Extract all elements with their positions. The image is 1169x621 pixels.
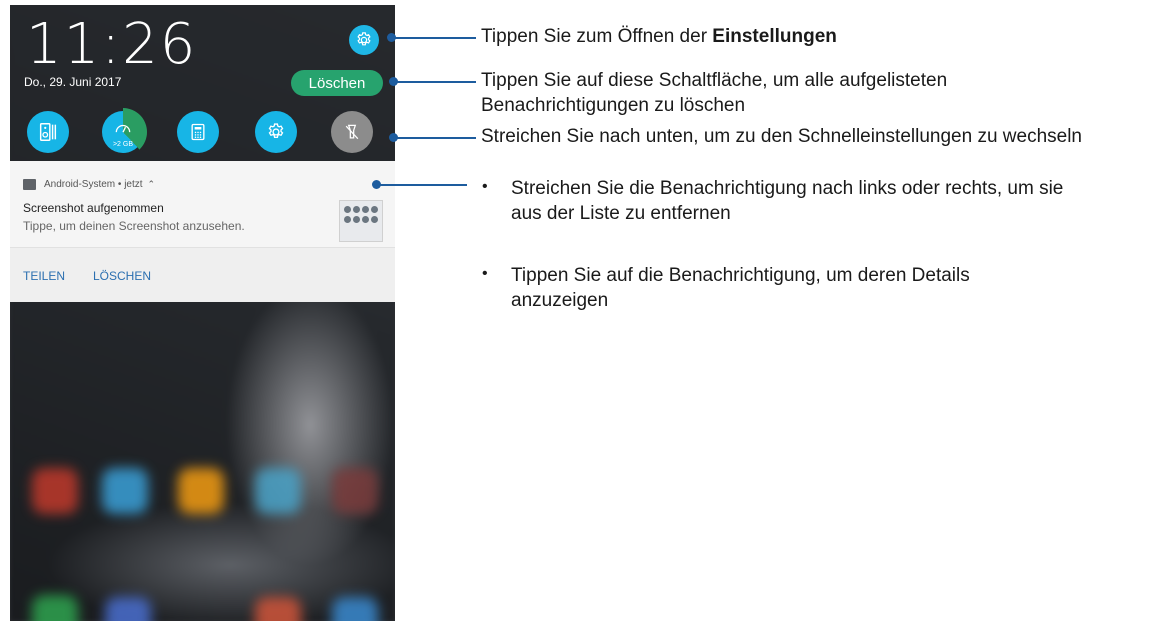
callout-settings: Tippen Sie zum Öffnen der Einstellungen	[481, 24, 837, 49]
callout-settings-text: Tippen Sie zum Öffnen der	[481, 26, 713, 47]
notification-shade-header: 11:26 Do., 29. Juni 2017 Löschen >2 GB	[10, 5, 395, 161]
quick-setting-boost[interactable]: >2 GB	[99, 108, 147, 156]
screenshot-thumbnail	[339, 200, 383, 242]
notification-card[interactable]: Android-System • jetzt ⌃ Screenshot aufg…	[10, 161, 395, 302]
date: Do., 29. Juni 2017	[24, 75, 122, 89]
bullet: •	[482, 265, 488, 282]
callout-clear: Tippen Sie auf diese Schaltfläche, um al…	[481, 68, 947, 118]
callout-clear-line1: Tippen Sie auf diese Schaltfläche, um al…	[481, 70, 948, 91]
blurred-dock-icon	[32, 595, 78, 621]
notification-text: Tippe, um deinen Screenshot anzusehen.	[23, 219, 245, 233]
audio-wizard-icon	[39, 123, 57, 141]
quick-setting-audio-wizard[interactable]	[27, 111, 69, 153]
bullet: •	[482, 178, 488, 195]
clear-all-button[interactable]: Löschen	[291, 70, 383, 96]
callout-settings-bold: Einstellungen	[712, 26, 837, 47]
callout-swipe-notification: Streichen Sie die Benachrichtigung nach …	[511, 176, 1063, 226]
notification-app-name: Android-System	[44, 179, 116, 190]
notification-header: Android-System • jetzt ⌃	[23, 179, 155, 190]
blurred-app-icon	[255, 468, 301, 514]
blurred-dock-icon	[332, 597, 378, 621]
settings-button[interactable]	[349, 25, 379, 55]
delete-button[interactable]: LÖSCHEN	[93, 269, 151, 283]
clock: 11:26	[26, 12, 198, 77]
quick-settings-row: >2 GB	[10, 108, 395, 156]
blurred-app-icon	[32, 468, 78, 514]
share-button[interactable]: TEILEN	[23, 269, 65, 283]
callout-clear-line2: Benachrichtigungen zu löschen	[481, 95, 746, 116]
callout-quick-settings: Streichen Sie nach unten, um zu den Schn…	[481, 126, 1082, 147]
notification-actions: TEILEN LÖSCHEN	[10, 247, 395, 302]
phone-screen: 11:26 Do., 29. Juni 2017 Löschen >2 GB A…	[10, 5, 395, 621]
boost-memory-icon	[115, 124, 131, 133]
notification-title: Screenshot aufgenommen	[23, 201, 164, 215]
callout-tap-notification: Tippen Sie auf die Benachrichtigung, um …	[511, 263, 970, 313]
chevron-up-icon[interactable]: ⌃	[148, 179, 156, 190]
leader-line	[392, 37, 476, 39]
blurred-app-icon	[178, 468, 224, 514]
settings-gear-icon	[268, 123, 284, 138]
quick-setting-settings[interactable]	[255, 111, 297, 153]
notification-time: jetzt	[124, 179, 143, 190]
callout-tap-line2: anzuzeigen	[511, 290, 609, 311]
blurred-app-icon	[102, 468, 148, 514]
blurred-app-icon	[332, 468, 378, 514]
calculator-icon	[191, 123, 205, 141]
separator: •	[115, 179, 125, 190]
leader-line	[394, 81, 476, 83]
gear-icon	[357, 32, 371, 46]
manual-page: 11:26 Do., 29. Juni 2017 Löschen >2 GB A…	[0, 0, 1169, 621]
callout-swipe-line2: aus der Liste zu entfernen	[511, 203, 731, 224]
leader-line	[394, 137, 476, 139]
blurred-dock-icon	[255, 597, 301, 621]
leader-line	[377, 184, 467, 186]
quick-setting-calculator[interactable]	[177, 111, 219, 153]
callout-swipe-line1: Streichen Sie die Benachrichtigung nach …	[511, 178, 1064, 199]
flashlight-off-icon	[345, 124, 359, 140]
memory-label: >2 GB	[112, 141, 134, 148]
blurred-dock-icon	[105, 597, 151, 621]
callout-tap-line1: Tippen Sie auf die Benachrichtigung, um …	[511, 265, 970, 286]
image-icon	[23, 179, 36, 190]
quick-setting-flashlight[interactable]	[331, 111, 373, 153]
